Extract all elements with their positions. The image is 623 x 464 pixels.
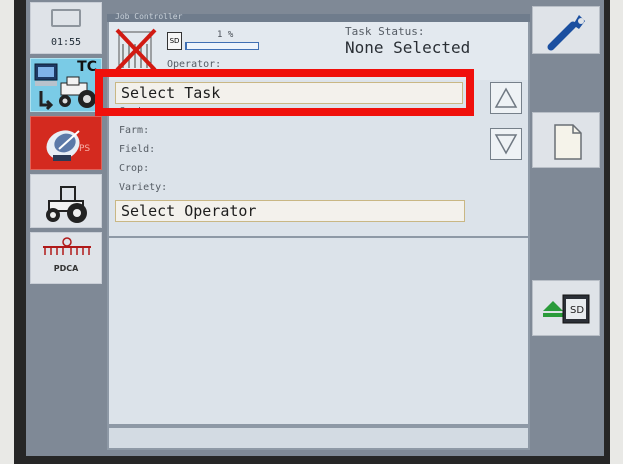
- highlight-outline: [95, 69, 474, 116]
- satellite-dish-icon: PS: [46, 130, 90, 161]
- no-implement-icon: [115, 28, 157, 72]
- bottom-status-bar: [109, 428, 528, 448]
- pdca-button[interactable]: PDCA: [30, 232, 102, 284]
- task-list-area[interactable]: [109, 238, 528, 424]
- gps-button[interactable]: PS: [30, 116, 102, 170]
- arrow-up-icon: [494, 87, 518, 108]
- svg-text:PS: PS: [79, 144, 90, 154]
- select-operator-field[interactable]: Select Operator: [115, 200, 465, 222]
- task-status-label: Task Status:: [345, 25, 425, 38]
- scroll-down-button[interactable]: [490, 128, 522, 160]
- field-label: Field:: [119, 144, 156, 155]
- progress-bar: [185, 42, 259, 50]
- implement-icon: [43, 237, 91, 255]
- crop-label: Crop:: [119, 163, 150, 174]
- home-clock-button[interactable]: 01:55: [30, 2, 102, 54]
- new-document-button[interactable]: [532, 112, 600, 168]
- sd-eject-icon: SD: [543, 294, 590, 324]
- task-controller-button[interactable]: TC: [30, 58, 102, 112]
- task-status-value: None Selected: [345, 38, 471, 57]
- title-bar: Job Controller: [107, 12, 530, 22]
- arrow-down-icon: [494, 134, 518, 155]
- wrench-icon: [547, 15, 585, 51]
- sd-eject-button[interactable]: SD: [532, 280, 600, 336]
- variety-label: Variety:: [119, 182, 168, 193]
- sd-card-icon: SD: [167, 32, 182, 50]
- progress-percent: 1 %: [217, 30, 234, 40]
- farm-label: Farm:: [119, 125, 150, 136]
- progress-fill: [186, 43, 187, 49]
- select-operator-text: Select Operator: [121, 202, 257, 220]
- screen-icon: [51, 9, 81, 27]
- scroll-up-button[interactable]: [490, 82, 522, 114]
- tractor-icon: [46, 186, 87, 223]
- sd-card-label: SD: [169, 37, 180, 45]
- clock-time: 01:55: [50, 37, 82, 48]
- pdca-label: PDCA: [53, 264, 79, 273]
- sd-label: SD: [570, 305, 584, 316]
- document-icon: [554, 124, 582, 160]
- tractor-button[interactable]: [30, 174, 102, 228]
- settings-button[interactable]: [532, 6, 600, 54]
- title-bar-text: Job Controller: [115, 12, 183, 21]
